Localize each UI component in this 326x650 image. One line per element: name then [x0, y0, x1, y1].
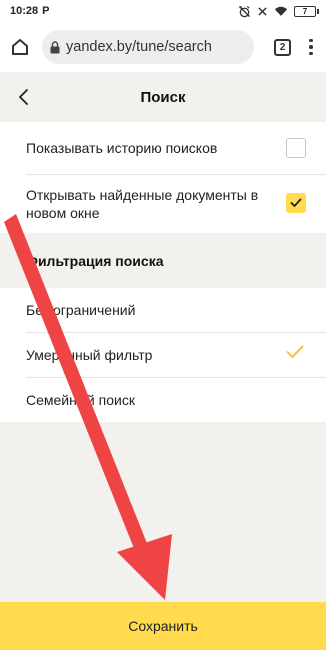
page-header: Поиск — [0, 72, 326, 122]
status-time: 10:28 — [10, 5, 39, 17]
filter-section-title: Фильтрация поиска — [26, 252, 164, 269]
browser-toolbar: yandex.by/tune/search 2 — [0, 22, 326, 72]
wifi-icon — [274, 6, 288, 16]
address-bar[interactable]: yandex.by/tune/search — [42, 30, 254, 64]
filter-option-family[interactable]: Семейный поиск — [0, 378, 326, 422]
back-arrow-icon[interactable] — [16, 87, 32, 107]
save-button[interactable]: Сохранить — [0, 602, 326, 650]
tab-count-label: 2 — [279, 41, 286, 53]
setting-show-history[interactable]: Показывать историю поисков — [0, 122, 326, 174]
status-bar: 10:28 P 7 — [0, 0, 326, 22]
setting-show-history-label: Показывать историю поисков — [26, 140, 218, 156]
url-text: yandex.by/tune/search — [66, 39, 212, 55]
filter-section-header: Фильтрация поиска — [0, 233, 326, 288]
open-new-window-checkbox[interactable] — [286, 193, 306, 213]
filter-option-none[interactable]: Без ограничений — [0, 288, 326, 332]
filter-option-moderate[interactable]: Умеренный фильтр — [0, 333, 326, 377]
alarm-off-icon — [238, 5, 251, 17]
filter-option-label: Без ограничений — [26, 302, 136, 318]
notification-p-icon: P — [42, 5, 50, 17]
tab-switcher-button[interactable]: 2 — [274, 38, 291, 56]
battery-level: 7 — [302, 6, 308, 16]
cross-icon — [258, 6, 267, 16]
home-icon[interactable] — [10, 37, 30, 57]
selected-check-icon — [286, 345, 304, 358]
battery-icon: 7 — [294, 5, 319, 17]
page-title: Поиск — [140, 88, 186, 106]
setting-open-new-window[interactable]: Открывать найденные документы в новом ок… — [0, 175, 326, 233]
filter-option-label: Умеренный фильтр — [26, 347, 153, 363]
save-button-label: Сохранить — [128, 618, 198, 634]
filter-option-label: Семейный поиск — [26, 392, 135, 408]
browser-menu-icon[interactable] — [309, 38, 313, 56]
checkmark-icon — [290, 198, 302, 207]
empty-area — [0, 422, 326, 602]
status-icons: 7 — [238, 5, 319, 18]
setting-open-new-window-label: Открывать найденные документы в новом ок… — [26, 187, 259, 221]
show-history-checkbox[interactable] — [286, 138, 306, 158]
lock-icon — [50, 40, 60, 53]
